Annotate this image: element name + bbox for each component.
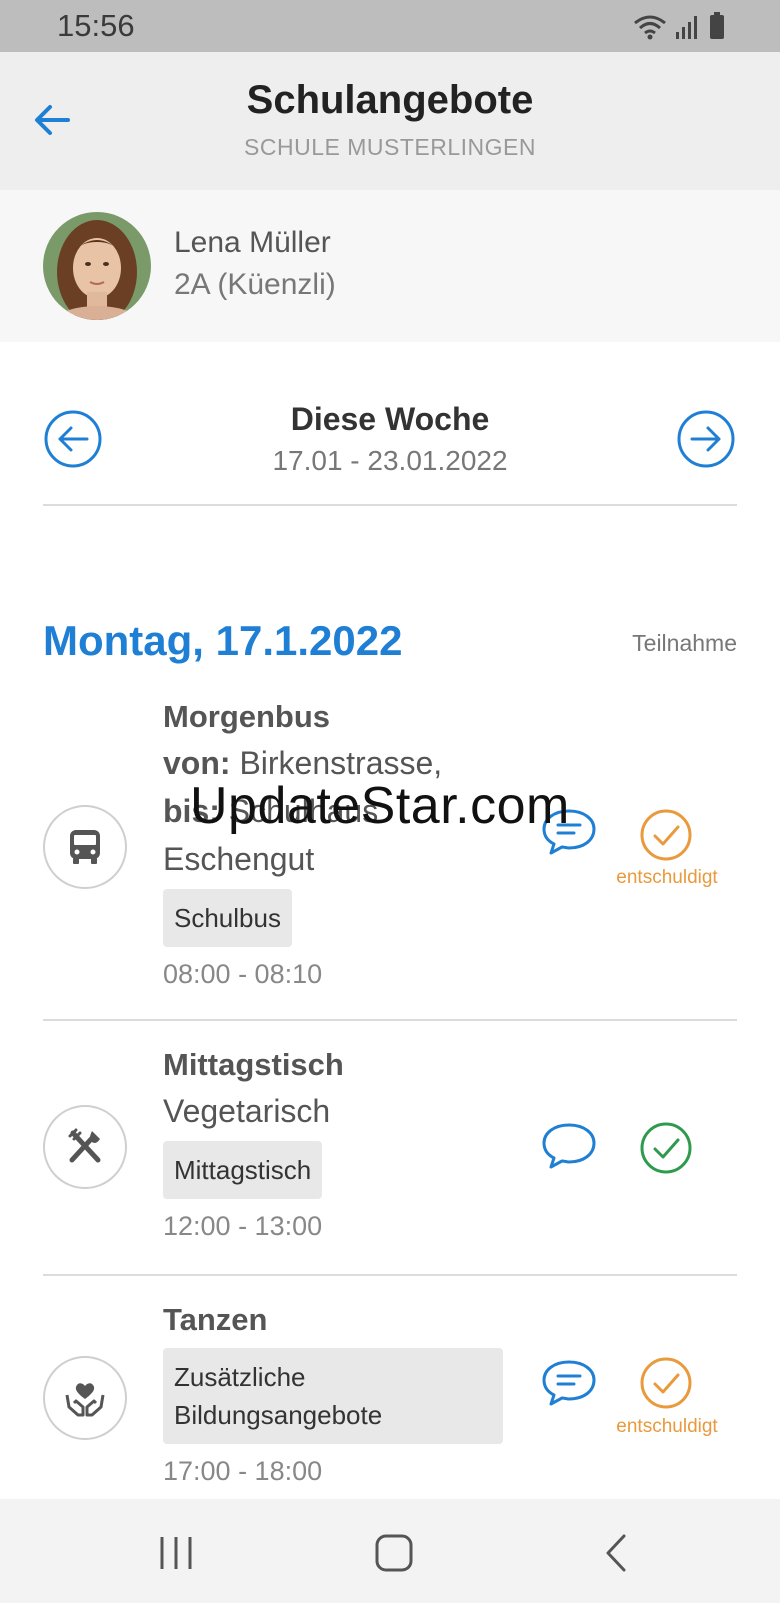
offer-details: Morgenbus von: Birkenstrasse, bis: Schul… [163,695,503,990]
week-dates: 17.01 - 23.01.2022 [272,445,508,476]
offer-title: Tanzen [163,1302,268,1337]
heart-hands-icon [43,1356,127,1440]
recent-apps-icon[interactable] [156,1533,196,1573]
back-icon[interactable] [596,1533,636,1573]
next-week-button[interactable] [676,409,736,469]
offer-route-extra: Eschengut [163,841,315,877]
participation-status-icon[interactable] [639,1356,693,1410]
offer-time: 12:00 - 13:00 [163,1211,323,1241]
offer-details: Mittagstisch Vegetarisch Mittagstisch 12… [163,1043,503,1242]
participation-column-label: Teilnahme [632,630,737,656]
status-icons [633,12,725,40]
watermark: UpdateStar.com [190,777,570,835]
home-icon[interactable] [374,1533,414,1573]
signal-icon [676,16,697,39]
offer-title: Mittagstisch [163,1047,344,1082]
system-nav-bar [0,1499,780,1603]
item-divider [43,1019,737,1021]
offer-subtitle: Vegetarisch [163,1093,331,1129]
offer-category-tag: Zusätzliche Bildungsangebote [163,1348,503,1444]
day-title: Montag, 17.1.2022 [43,617,403,664]
cutlery-icon [43,1105,127,1189]
chat-icon[interactable] [540,1121,598,1171]
wifi-icon [634,15,666,40]
chat-icon[interactable] [540,1358,598,1408]
participation-status-label: entschuldigt [616,1416,718,1437]
battery-icon [710,12,724,39]
student-class: 2A (Küenzli) [174,268,336,301]
page-title: Schulangebote [246,78,534,122]
student-profile[interactable]: Lena Müller 2A (Küenzli) [0,190,780,342]
status-time: 15:56 [57,8,135,43]
page-subtitle: SCHULE MUSTERLINGEN [244,134,536,160]
offer-title: Morgenbus [163,699,331,734]
offer-details: Tanzen Zusätzliche Bildungsangebote 17:0… [163,1298,503,1487]
bus-icon [43,805,127,889]
offer-category-tag: Mittagstisch [163,1141,323,1199]
avatar [43,212,151,320]
app-header: Schulangebote SCHULE MUSTERLINGEN [0,52,780,190]
offer-category-tag: Schulbus [163,889,292,947]
participation-status-label: entschuldigt [616,867,718,888]
week-navigation: Diese Woche 17.01 - 23.01.2022 [0,395,780,505]
participation-status-icon[interactable] [639,1121,693,1175]
student-name: Lena Müller [174,226,331,259]
offer-time: 08:00 - 08:10 [163,959,323,989]
status-bar: 15:56 [0,0,780,52]
offer-time: 17:00 - 18:00 [163,1456,323,1486]
week-divider [43,504,737,506]
item-divider [43,1274,737,1276]
week-title: Diese Woche [290,401,490,437]
participation-status-icon[interactable] [639,808,693,862]
